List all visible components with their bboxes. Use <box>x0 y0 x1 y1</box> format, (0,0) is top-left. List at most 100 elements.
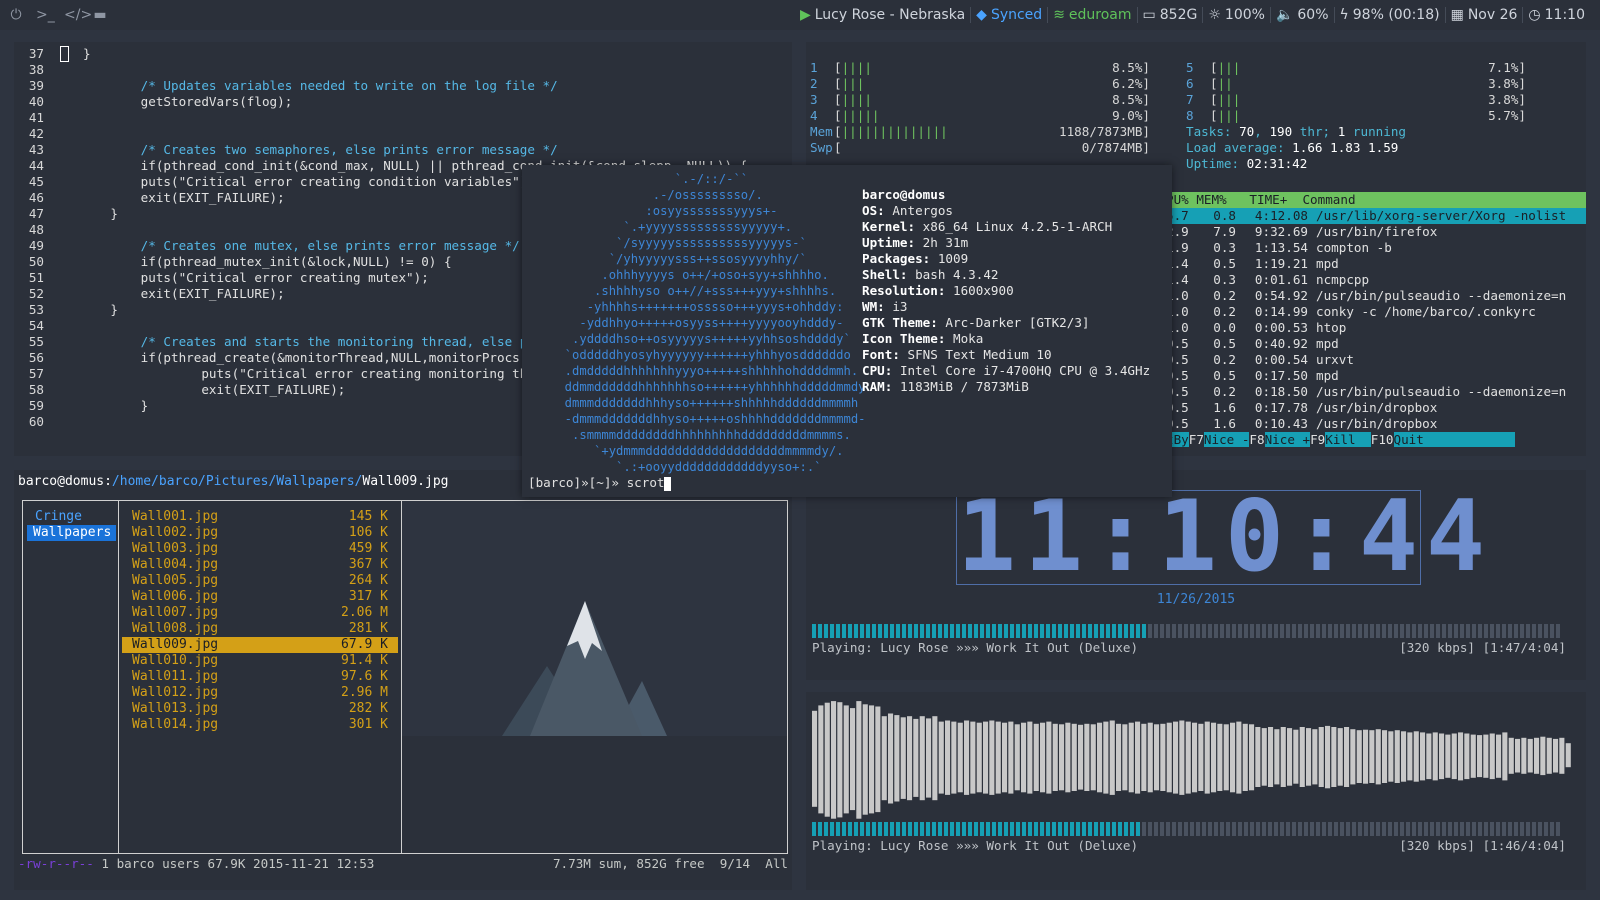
file-entry[interactable]: Wall001.jpg 145 K <box>122 509 398 525</box>
process-row[interactable]: 1.4 0.5 1:19.21 mpd <box>1166 256 1586 272</box>
process-row[interactable]: 2.9 7.9 9:32.69/usr/bin/firefox <box>1166 224 1586 240</box>
clock-player-window[interactable]: 11:10:44 11/26/2015 Playing: Lucy Rose »… <box>806 470 1586 680</box>
line-text: /* Creates one mutex, else prints error … <box>80 238 520 253</box>
file-entry[interactable]: Wall008.jpg 281 K <box>122 621 398 637</box>
now-playing-segment[interactable]: ▶ Lucy Rose - Nebraska <box>795 7 970 23</box>
visualizer-bar <box>1078 724 1084 790</box>
dir-entry[interactable]: Wallpapers <box>27 525 116 541</box>
file-list-column[interactable]: Wall001.jpg 145 K Wall002.jpg 106 K Wall003.… <box>119 501 402 853</box>
htop-function-keys[interactable]: tByF7Nice -F8Nice +F9Kill F10Quit <box>1166 432 1586 448</box>
visualizer-window[interactable]: Playing: Lucy Rose »»» Work It Out (Delu… <box>806 692 1586 890</box>
dir-entry[interactable]: Cringe <box>25 509 116 525</box>
file-entry[interactable]: Wall014.jpg 301 K <box>122 717 398 733</box>
brightness-segment[interactable]: ☼ 100% <box>1202 7 1270 23</box>
file-entry[interactable]: Wall003.jpg 459 K <box>122 541 398 557</box>
fkey-label[interactable]: Nice + <box>1264 432 1311 447</box>
folder-icon[interactable]: ▬ <box>92 7 108 23</box>
file-entry[interactable]: Wall010.jpg 91.4 K <box>122 653 398 669</box>
file-entry[interactable]: Wall011.jpg 97.6 K <box>122 669 398 685</box>
process-row[interactable]: 0.5 1.6 0:17.78/usr/bin/dropbox <box>1166 400 1586 416</box>
power-icon[interactable]: ⏻ <box>8 7 24 23</box>
wifi-segment[interactable]: ≋ eduroam <box>1047 7 1136 23</box>
code-line[interactable]: 42 <box>14 126 792 142</box>
line-number: 60 <box>28 414 44 429</box>
process-row[interactable]: 1.4 0.3 0:01.61 ncmpcpp <box>1166 272 1586 288</box>
running-count: 1 <box>1337 124 1346 139</box>
shell-prompt[interactable]: [barco]»[~]» scrot <box>528 475 672 491</box>
proc-mem: 0.2 <box>1213 352 1236 367</box>
process-row[interactable]: 1.0 0.0 0:00.53 htop <box>1166 320 1586 336</box>
terminal-icon[interactable]: >_ <box>36 7 55 23</box>
clock-segment[interactable]: ◷ 11:10 <box>1522 7 1590 23</box>
visualizer-progress-bar[interactable] <box>812 822 1566 836</box>
visualizer-bar <box>1565 743 1571 768</box>
ranger-file-manager[interactable]: barco@domus:/home/barco/Pictures/Wallpap… <box>14 470 792 890</box>
code-line[interactable]: 37} <box>14 46 792 62</box>
process-row[interactable]: 0.5 0.2 0:18.50/usr/bin/pulseaudio --daemo… <box>1166 384 1586 400</box>
visualizer-bar <box>894 715 900 802</box>
neofetch-terminal[interactable]: `.-/::/-`` .-/osssssssso/. :osyysssssssy… <box>522 165 1172 497</box>
info-row: Resolution: 1600x900 <box>862 283 1150 299</box>
sync-segment[interactable]: ◆ Synced <box>970 7 1047 23</box>
playback-progress-bar[interactable] <box>812 624 1566 638</box>
fkey-label[interactable]: Kill <box>1325 432 1371 447</box>
process-row[interactable]: 0.5 0.2 0:00.54 urxvt <box>1166 352 1586 368</box>
progress-segment-filled <box>1028 624 1032 638</box>
proc-time: 4:12.08 <box>1254 208 1308 223</box>
info-key: Icon Theme: <box>862 331 946 346</box>
progress-segment-filled <box>992 822 996 836</box>
fkey-f9[interactable]: F9 <box>1310 432 1325 447</box>
progress-segment-filled <box>842 822 846 836</box>
code-line[interactable]: 38 <box>14 62 792 78</box>
battery-segment[interactable]: ϟ 98% (00:18) <box>1333 7 1445 23</box>
process-row[interactable]: 0.5 0.5 0:40.92 mpd <box>1166 336 1586 352</box>
file-entry[interactable]: Wall004.jpg 367 K <box>122 557 398 573</box>
sync-status: Synced <box>990 7 1043 23</box>
fkey-f10[interactable]: F10 <box>1371 432 1394 447</box>
fkey-label[interactable]: Quit <box>1393 432 1515 447</box>
process-row[interactable]: 1.0 0.2 0:54.92/usr/bin/pulseaudio --daemo… <box>1166 288 1586 304</box>
process-row[interactable]: 0.5 0.5 0:17.50 mpd <box>1166 368 1586 384</box>
progress-segment-filled <box>1004 624 1008 638</box>
progress-segment-filled <box>992 624 996 638</box>
process-table-header[interactable]: PU% MEM% TIME+ Command <box>1166 192 1586 208</box>
file-entry[interactable]: Wall006.jpg 317 K <box>122 589 398 605</box>
disk-segment[interactable]: ▭ 852G <box>1136 7 1203 23</box>
code-icon[interactable]: </> <box>64 7 92 23</box>
code-line[interactable]: 41 <box>14 110 792 126</box>
volume-segment[interactable]: 🔈 60% <box>1269 7 1334 23</box>
code-line[interactable]: 43 /* Creates two semaphores, else print… <box>14 142 792 158</box>
file-entry[interactable]: Wall012.jpg 2.96 M <box>122 685 398 701</box>
visualizer-bar <box>1502 732 1508 781</box>
progress-segment-empty <box>1358 624 1362 638</box>
process-row[interactable]: 5.7 0.8 4:12.08/usr/lib/xorg-server/Xorg -… <box>1166 208 1586 224</box>
line-text: /* Updates variables needed to write on … <box>80 78 558 93</box>
process-row[interactable]: 0.5 1.6 0:10.43/usr/bin/dropbox <box>1166 416 1586 432</box>
progress-segment-empty <box>1322 822 1326 836</box>
line-text: puts("Critical error creating monitoring… <box>80 366 528 381</box>
fkey-f8[interactable]: F8 <box>1249 432 1264 447</box>
progress-segment-empty <box>1244 822 1248 836</box>
file-entry[interactable]: Wall007.jpg 2.06 M <box>122 605 398 621</box>
proc-mem: 0.8 <box>1213 208 1236 223</box>
file-entry[interactable]: Wall013.jpg 282 K <box>122 701 398 717</box>
date-segment[interactable]: ▦ Nov 26 <box>1444 7 1523 23</box>
file-entry[interactable]: Wall002.jpg 106 K <box>122 525 398 541</box>
progress-segment-empty <box>1220 624 1224 638</box>
progress-segment-empty <box>1178 822 1182 836</box>
parent-dir-column[interactable]: Cringe Wallpapers <box>23 501 119 853</box>
visualizer-bar <box>926 718 932 798</box>
process-row[interactable]: 1.9 0.3 1:13.54 compton -b <box>1166 240 1586 256</box>
progress-segment-filled <box>1022 822 1026 836</box>
file-entry[interactable]: Wall005.jpg 264 K <box>122 573 398 589</box>
process-row[interactable]: 1.0 0.2 0:14.99 conky -c /home/barco/.conky… <box>1166 304 1586 320</box>
code-line[interactable]: 40 getStoredVars(flog); <box>14 94 792 110</box>
track-title: Lucy Rose »»» Work It Out (Deluxe) <box>880 640 1139 655</box>
visualizer-bar <box>1223 724 1229 791</box>
progress-segment-empty <box>1172 822 1176 836</box>
file-entry[interactable]: Wall009.jpg 67.9 K <box>122 637 398 653</box>
fkey-f7[interactable]: F7 <box>1189 432 1204 447</box>
fkey-label[interactable]: Nice - <box>1203 432 1250 447</box>
code-line[interactable]: 39 /* Updates variables needed to write … <box>14 78 792 94</box>
visualizer-bar <box>843 705 849 814</box>
